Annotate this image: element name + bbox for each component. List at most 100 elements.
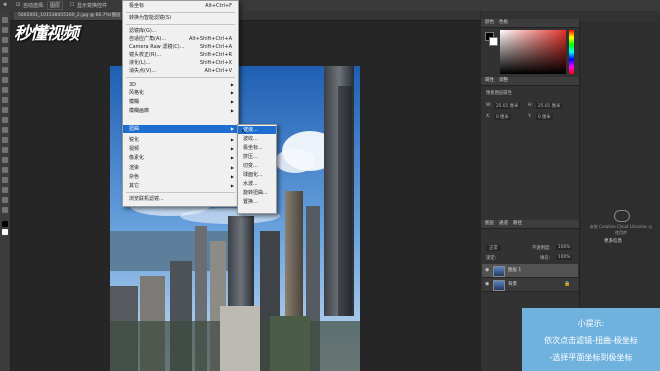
crop-icon[interactable] <box>2 57 8 63</box>
filter-menu: 极坐标 Alt+Ctrl+F 转换为智能滤镜(S) 滤镜库(G)... 自适应广角… <box>122 0 239 207</box>
menu-item-adaptive-wide-angle[interactable]: 自适应广角(A)... Alt+Shift+Ctrl+A <box>123 35 238 43</box>
transform-checkbox[interactable]: ☐ <box>70 2 74 8</box>
auto-select-checkbox[interactable]: ☑ <box>16 2 20 8</box>
chevron-right-icon: ▶ <box>230 146 234 151</box>
tab-channels[interactable]: 通道 <box>499 220 508 228</box>
lock-icon: 🔒 <box>564 281 571 287</box>
submenu-item-twirl[interactable]: 旋转扭曲... <box>238 189 276 197</box>
menu-separator <box>126 12 235 13</box>
x-field[interactable]: 0 厘米 <box>494 114 511 120</box>
menu-separator <box>126 24 235 25</box>
layer-row[interactable]: ◉ 背景 🔒 <box>482 278 578 292</box>
y-field[interactable]: 0 厘米 <box>536 114 553 120</box>
menu-item-liquify[interactable]: 液化(L)... Shift+Ctrl+X <box>123 59 238 67</box>
menu-item-sharpen[interactable]: 锐化 ▶ <box>123 136 238 144</box>
tip-line-1: 依次点击滤镜-扭曲-极坐标 <box>544 336 638 345</box>
width-field[interactable]: 25.01 厘米 <box>494 103 521 109</box>
hue-slider[interactable] <box>569 30 574 74</box>
pen-icon[interactable] <box>2 157 8 163</box>
eye-icon[interactable]: ◉ <box>485 267 489 273</box>
tip-box: 小提示: 依次点击滤镜-扭曲-极坐标 -选择平面坐标到极坐标 <box>522 308 660 371</box>
submenu-item-pinch[interactable]: 挤压... <box>238 153 276 161</box>
libraries-more-info-link[interactable]: 更多信息 <box>604 238 622 244</box>
submenu-item-ripple[interactable]: 波纹... <box>238 135 276 143</box>
background-color-swatch[interactable] <box>489 37 498 46</box>
submenu-item-displace[interactable]: 置换... <box>238 198 276 206</box>
menu-item-blur[interactable]: 模糊 ▶ <box>123 98 238 106</box>
menu-item-3d[interactable]: 3D ▶ <box>123 81 238 89</box>
tab-swatches[interactable]: 色板 <box>499 19 508 27</box>
layer-name: 图层 1 <box>508 268 522 273</box>
y-label: Y: <box>528 114 532 119</box>
menu-item-blur-gallery[interactable]: 模糊画廊 ▶ <box>123 107 238 115</box>
eraser-icon[interactable] <box>2 117 8 123</box>
clone-stamp-icon[interactable] <box>2 97 8 103</box>
distort-submenu: 波浪... 波纹... 极坐标... 挤压... 切变... 球面化... 水波… <box>237 124 277 214</box>
height-label: H: <box>528 103 533 108</box>
tab-adjustments[interactable]: 调整 <box>499 77 508 85</box>
submenu-item-shear[interactable]: 切变... <box>238 162 276 170</box>
menu-item-render[interactable]: 渲染 ▶ <box>123 164 238 172</box>
tab-color[interactable]: 颜色 <box>485 19 494 27</box>
x-label: X: <box>486 114 491 119</box>
fill-field[interactable]: 100% <box>556 255 573 260</box>
lasso-icon[interactable] <box>2 37 8 43</box>
foreground-color-swatch[interactable] <box>2 221 8 227</box>
marquee-icon[interactable] <box>2 27 8 33</box>
chevron-right-icon: ▶ <box>230 174 234 179</box>
background-color-swatch[interactable] <box>2 229 8 235</box>
menu-item-camera-raw[interactable]: Camera Raw 滤镜(C)... Shift+Ctrl+A <box>123 43 238 51</box>
menu-item-stylize[interactable]: 风格化 ▶ <box>123 89 238 97</box>
auto-select-label: 自动选择: <box>23 3 45 9</box>
submenu-item-spherize[interactable]: 球面化... <box>238 171 276 179</box>
healing-brush-icon[interactable] <box>2 77 8 83</box>
menu-item-browse-online[interactable]: 浏览联机滤镜... <box>123 195 238 203</box>
zoom-icon[interactable] <box>2 207 8 213</box>
submenu-item-zigzag[interactable]: 水波... <box>238 180 276 188</box>
menu-item-noise[interactable]: 杂色 ▶ <box>123 173 238 181</box>
opacity-field[interactable]: 100% <box>556 245 573 250</box>
menu-item-smart-filter[interactable]: 转换为智能滤镜(S) <box>123 14 238 22</box>
chevron-right-icon: ▶ <box>230 137 234 142</box>
menu-item-pixelate[interactable]: 像素化 ▶ <box>123 154 238 162</box>
height-field[interactable]: 25.01 厘米 <box>536 103 563 109</box>
type-icon[interactable] <box>2 167 8 173</box>
tab-properties[interactable]: 属性 <box>485 77 494 85</box>
brush-icon[interactable] <box>2 87 8 93</box>
move-tool-icon[interactable]: ✥ <box>3 2 7 8</box>
libraries-message: 安装 Creative Cloud Libraries 以使用库 <box>589 224 653 235</box>
shape-icon[interactable] <box>2 187 8 193</box>
menu-item-lens-correction[interactable]: 镜头校正(R)... Shift+Ctrl+R <box>123 51 238 59</box>
gradient-icon[interactable] <box>2 127 8 133</box>
menu-separator <box>126 192 235 193</box>
menu-item-polar-last[interactable]: 极坐标 Alt+Ctrl+F <box>123 2 238 10</box>
menu-item-video[interactable]: 视频 ▶ <box>123 145 238 153</box>
eye-icon[interactable]: ◉ <box>485 281 489 287</box>
mouse-cursor-icon: ↖ <box>241 128 247 136</box>
hand-icon[interactable] <box>2 197 8 203</box>
blur-icon[interactable] <box>2 137 8 143</box>
chevron-right-icon: ▶ <box>230 82 234 87</box>
menu-item-vanishing-point[interactable]: 消失点(V)... Alt+Ctrl+V <box>123 67 238 75</box>
path-select-icon[interactable] <box>2 177 8 183</box>
layer-row[interactable]: ◉ 图层 1 <box>482 264 578 278</box>
tab-layers[interactable]: 图层 <box>485 220 494 228</box>
properties-subtitle: 像素图层属性 <box>486 91 512 96</box>
color-field[interactable] <box>500 30 566 74</box>
auto-select-dropdown[interactable]: 图层 <box>47 1 64 10</box>
eyedropper-icon[interactable] <box>2 67 8 73</box>
menu-item-distort[interactable]: 扭曲 ▶ <box>123 125 238 133</box>
move-icon[interactable] <box>2 17 8 23</box>
dodge-icon[interactable] <box>2 147 8 153</box>
tab-paths[interactable]: 路径 <box>513 220 522 228</box>
chevron-right-icon: ▶ <box>230 99 234 104</box>
menu-item-other[interactable]: 其它 ▶ <box>123 182 238 190</box>
menu-item-filter-gallery[interactable]: 滤镜库(G)... <box>123 27 238 35</box>
history-brush-icon[interactable] <box>2 107 8 113</box>
chevron-right-icon: ▶ <box>230 155 234 160</box>
quick-select-icon[interactable] <box>2 47 8 53</box>
submenu-item-polar-coordinates[interactable]: 极坐标... <box>238 144 276 152</box>
opacity-label: 不透明度: <box>532 246 551 251</box>
blend-mode-dropdown[interactable]: 正常 <box>486 245 501 251</box>
lock-label: 锁定: <box>486 256 497 261</box>
